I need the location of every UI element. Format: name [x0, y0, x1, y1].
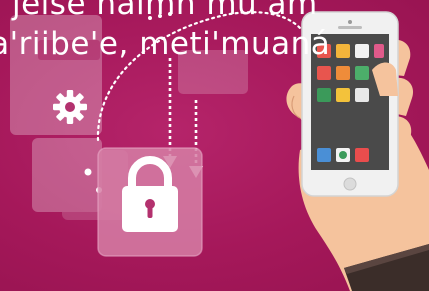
caption-line-1: na jeise naimn mu am: [0, 0, 318, 22]
caption-text: na jeise naimn mu am ua'riibe'e, meti'mu…: [0, 0, 429, 64]
caption-line-2: ua'riibe'e, meti'muaná: [0, 26, 331, 62]
illustration-scene: na jeise naimn mu am ua'riibe'e, meti'mu…: [0, 0, 429, 291]
